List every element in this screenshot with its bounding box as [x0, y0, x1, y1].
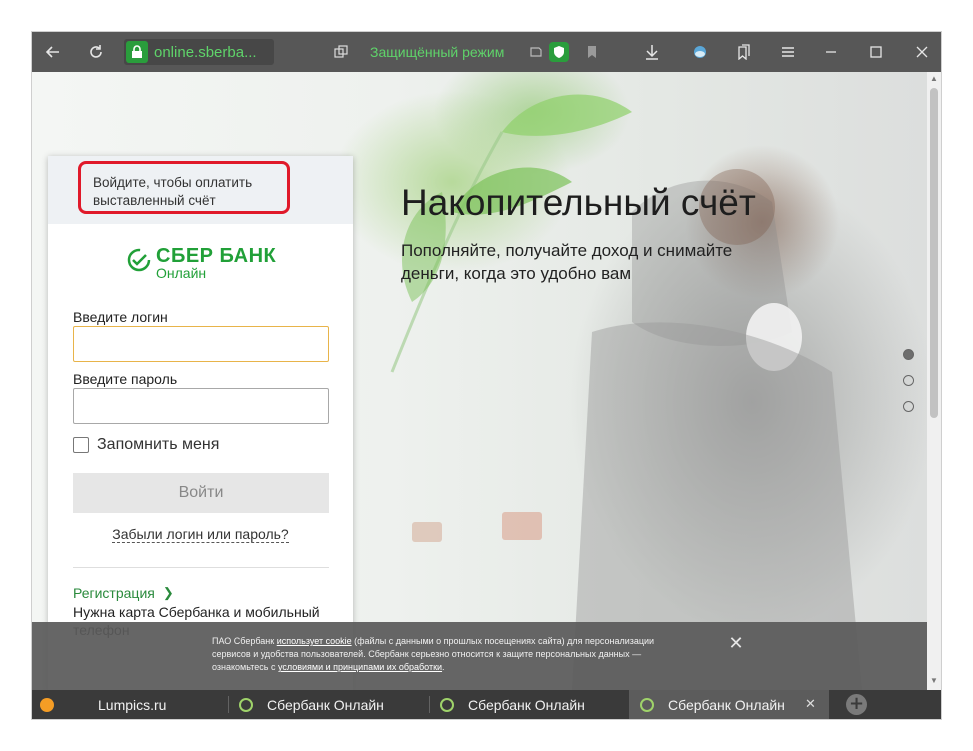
forgot-credentials-link[interactable]: Забыли логин или пароль?: [112, 526, 289, 543]
tab-sberbank-2[interactable]: Сбербанк Онлайн: [430, 690, 628, 719]
cookie-text-part: .: [442, 662, 445, 672]
carousel-dot-2[interactable]: [903, 375, 914, 386]
cookie-policy-link[interactable]: использует cookie: [277, 636, 352, 646]
cookie-banner: ПАО Сбербанк использует cookie (файлы с …: [32, 622, 927, 690]
cookie-text-part: ПАО Сбербанк: [212, 636, 277, 646]
tab-sberbank-active[interactable]: Сбербанк Онлайн: [629, 690, 829, 719]
minimize-icon[interactable]: [819, 40, 843, 64]
forgot-credentials: Забыли логин или пароль?: [48, 526, 353, 543]
scrollbar-thumb[interactable]: [930, 88, 938, 418]
page-content: Накопительный счёт Пополняйте, получайте…: [32, 72, 927, 690]
carousel-dots: [903, 349, 914, 427]
new-tab-icon[interactable]: +: [846, 694, 867, 715]
pay-invoice-notice: Войдите, чтобы оплатить выставленный счё…: [78, 161, 290, 214]
close-icon[interactable]: ✕: [724, 632, 748, 656]
login-panel: Войдите, чтобы оплатить выставленный счё…: [48, 156, 353, 690]
remember-me[interactable]: Запомнить меня: [73, 436, 219, 454]
tab-title: Сбербанк Онлайн: [668, 696, 785, 713]
logo-main-text: СБЕР БАНК: [156, 245, 277, 267]
browser-window: online.sberba... Защищённый режим Накопи…: [32, 32, 941, 719]
divider: [73, 567, 329, 568]
privacy-terms-link[interactable]: условиями и принципами их обработки: [278, 662, 442, 672]
register-label: Регистрация: [73, 585, 155, 601]
close-window-icon[interactable]: [910, 40, 934, 64]
hero-subtitle: Пополняйте, получайте доход и снимайте д…: [401, 241, 733, 283]
login-panel-header: Войдите, чтобы оплатить выставленный счё…: [48, 156, 353, 224]
bookmark-icon[interactable]: [580, 40, 604, 64]
register-link[interactable]: Регистрация ❯: [73, 585, 174, 601]
reader-icon[interactable]: [524, 40, 548, 64]
tab-sberbank-1[interactable]: Сбербанк Онлайн: [229, 690, 429, 719]
carousel-dot-1[interactable]: [903, 349, 914, 360]
sberbank-logo: СБЕР БАНК Онлайн: [127, 246, 276, 281]
maximize-icon[interactable]: [864, 40, 888, 64]
menu-icon[interactable]: [776, 40, 800, 64]
sberbank-favicon-icon: [640, 697, 654, 712]
sberbank-favicon-icon: [440, 697, 454, 712]
sberbank-logo-icon: [127, 248, 151, 272]
scroll-up-icon[interactable]: ▲: [929, 74, 939, 84]
tab-title: Сбербанк Онлайн: [267, 696, 384, 713]
reload-icon[interactable]: [84, 40, 108, 64]
weather-icon[interactable]: [688, 40, 712, 64]
tab-title: Lumpics.ru: [98, 696, 167, 713]
remember-me-label: Запомнить меня: [97, 436, 220, 453]
login-button[interactable]: Войти: [73, 473, 329, 513]
vertical-scrollbar[interactable]: ▲ ▼: [927, 72, 941, 690]
close-tab-icon[interactable]: ✕: [805, 697, 816, 712]
hero-title: Накопительный счёт: [401, 182, 756, 223]
login-label: Введите логин: [73, 309, 168, 325]
scroll-down-icon[interactable]: ▼: [929, 676, 939, 686]
remember-me-checkbox[interactable]: [73, 437, 89, 453]
sberbank-favicon-icon: [239, 697, 253, 712]
cookie-text: ПАО Сбербанк использует cookie (файлы с …: [212, 635, 672, 674]
password-label: Введите пароль: [73, 371, 178, 387]
collections-icon[interactable]: [732, 40, 756, 64]
secure-mode-label[interactable]: Защищённый режим: [370, 44, 504, 60]
login-input[interactable]: [73, 326, 329, 362]
tab-bar: Lumpics.ru Сбербанк Онлайн Сбербанк Онла…: [32, 690, 941, 719]
tab-lumpics[interactable]: Lumpics.ru: [32, 690, 228, 719]
shield-icon[interactable]: [549, 42, 569, 62]
carousel-dot-3[interactable]: [903, 401, 914, 412]
lumpics-favicon-icon: [40, 697, 54, 712]
download-icon[interactable]: [640, 40, 664, 64]
tab-title: Сбербанк Онлайн: [468, 696, 585, 713]
lock-icon: [126, 41, 148, 63]
password-input[interactable]: [73, 388, 329, 424]
tabs-icon[interactable]: [329, 40, 353, 64]
browser-toolbar: online.sberba... Защищённый режим: [32, 32, 941, 72]
chevron-right-icon: ❯: [162, 585, 174, 600]
address-bar[interactable]: online.sberba...: [124, 39, 274, 65]
back-arrow-icon[interactable]: [41, 40, 65, 64]
logo-sub-text: Онлайн: [156, 265, 207, 281]
url-text: online.sberba...: [154, 43, 257, 61]
